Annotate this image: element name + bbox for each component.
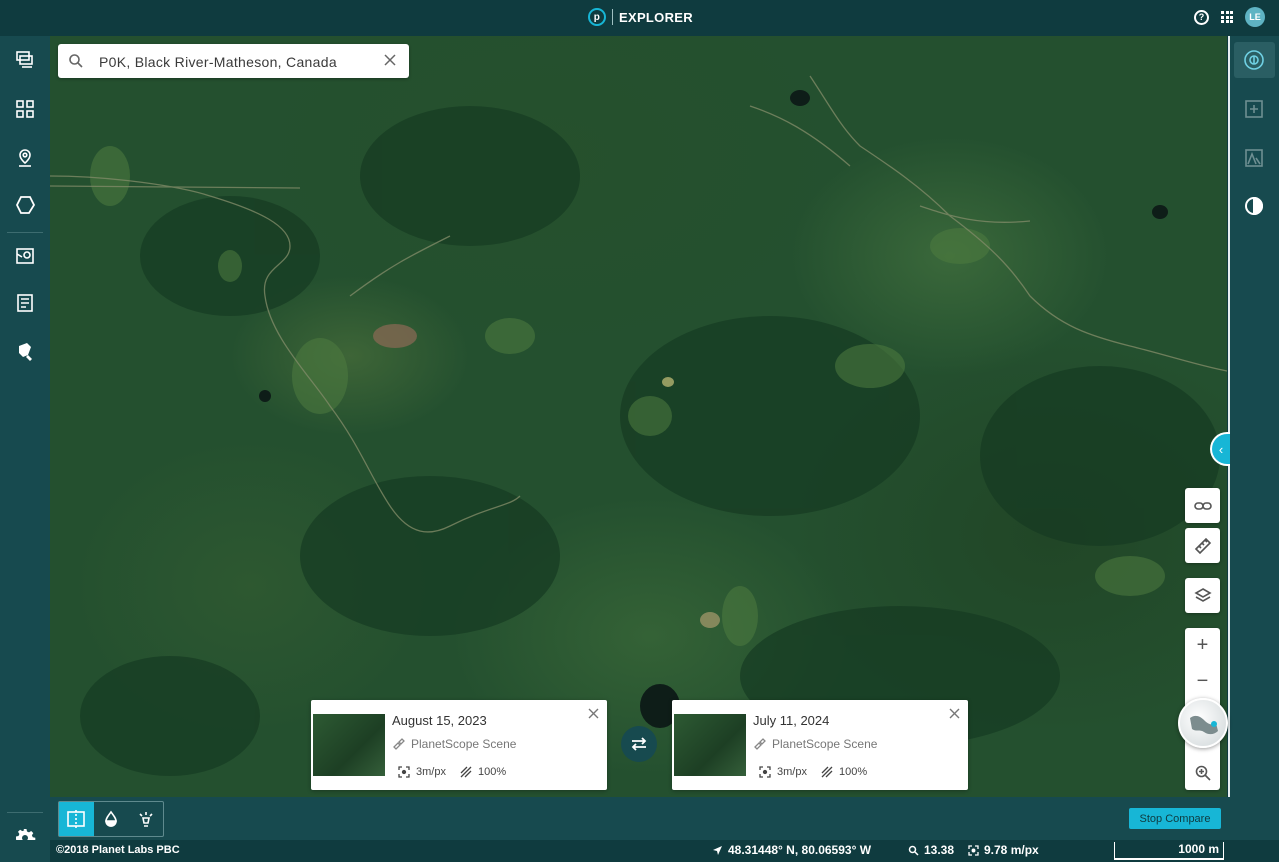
resolution-icon [398,766,410,778]
help-icon[interactable]: ? [1194,9,1209,25]
location-search[interactable]: P0K, Black River-Matheson, Canada [58,44,409,78]
scene-coverage: 100% [838,766,868,778]
left-sidebar [0,36,50,862]
stop-compare-button[interactable]: Stop Compare [1129,808,1221,829]
compare-card-left[interactable]: August 15, 2023 PlanetScope Scene 3m/px … [311,700,607,790]
magnifier-icon [908,845,919,856]
clear-search-icon[interactable] [383,53,397,67]
scene-date: July 11, 2024 [753,713,830,728]
scene-date: August 15, 2023 [392,713,487,728]
drop-icon [105,810,117,827]
satellite-icon [754,738,766,750]
app-title: EXPLORER [619,9,693,25]
share-link-button[interactable] [1185,488,1220,523]
mosaics-icon[interactable] [14,98,36,120]
layers-icon [1193,587,1212,602]
spotlight-view-button[interactable] [128,802,163,836]
split-view-icon [67,810,86,828]
user-avatar[interactable]: LE [1245,7,1265,27]
search-icon [69,54,83,68]
close-icon[interactable] [949,708,960,719]
ruler-icon [1194,537,1211,554]
right-sidebar [1228,36,1279,797]
layers-button[interactable] [1185,578,1220,613]
map-resolution: 9.78 m/px [968,843,1039,857]
zoom-level: 13.38 [908,843,954,857]
swap-icon [631,737,647,751]
measure-button[interactable] [1185,528,1220,563]
brand-divider [612,9,613,25]
resolution-value: 9.78 m/px [984,843,1039,857]
close-icon[interactable] [588,708,599,719]
tasking-icon[interactable] [14,244,36,266]
compare-toolbar: Stop Compare [50,797,1279,840]
timelapse-icon[interactable] [1242,194,1266,218]
spotlight-icon [139,812,153,827]
scene-thumbnail [313,714,385,776]
coverage-icon [460,766,472,778]
cursor-coordinates: 48.31448° N, 80.06593° W [712,843,871,857]
status-bar: ©2018 Planet Labs PBC 48.31448° N, 80.06… [50,840,1279,862]
left-sidebar-footer [0,840,50,862]
places-icon[interactable] [14,147,36,169]
nav-divider [7,232,43,233]
satellite-map[interactable] [50,36,1227,797]
satellite-icon [393,738,405,750]
resolution-icon [968,844,979,856]
orders-icon[interactable] [14,292,36,314]
zoom-to-area-button[interactable] [1185,755,1220,790]
areas-icon[interactable] [14,194,36,216]
compare-card-right[interactable]: July 11, 2024 PlanetScope Scene 3m/px 10… [672,700,968,790]
add-scene-icon[interactable] [1242,97,1266,121]
scene-thumbnail [674,714,746,776]
scale-bar: 1000 m [1114,842,1224,860]
coverage-icon [821,766,833,778]
scene-meta: 3m/px 100% [759,766,867,778]
top-bar: p EXPLORER ? LE [0,0,1279,36]
compare-mode-group [58,801,164,837]
terrain-icon[interactable] [1242,146,1266,170]
compare-icon[interactable] [1242,48,1266,72]
scene-type: PlanetScope Scene [753,737,877,751]
location-arrow-icon [713,845,722,855]
globe-view-button[interactable] [1178,698,1228,748]
scene-coverage: 100% [477,766,507,778]
scene-type-label: PlanetScope Scene [411,737,517,751]
scene-resolution: 3m/px [777,766,807,778]
nav-divider-bottom [7,812,43,813]
scene-resolution: 3m/px [416,766,446,778]
zoom-in-button[interactable]: + [1185,628,1220,663]
search-input[interactable]: P0K, Black River-Matheson, Canada [99,54,337,70]
zoom-out-button[interactable]: − [1185,664,1220,699]
planet-logo: p [588,8,606,26]
split-view-button[interactable] [59,802,94,836]
scene-type: PlanetScope Scene [392,737,516,751]
analysis-icon[interactable] [14,341,36,363]
swap-scenes-button[interactable] [621,726,657,762]
scene-type-label: PlanetScope Scene [772,737,878,751]
link-icon [1193,501,1212,510]
coordinates-value: 48.31448° N, 80.06593° W [728,843,872,857]
copyright-text: ©2018 Planet Labs PBC [56,844,180,856]
resolution-icon [759,766,771,778]
scenes-icon[interactable] [14,49,36,71]
opacity-view-button[interactable] [94,802,129,836]
map-imagery [50,75,1227,776]
scene-meta: 3m/px 100% [398,766,506,778]
zoom-value: 13.38 [924,843,955,857]
app-brand[interactable]: p EXPLORER [588,8,693,26]
apps-grid-icon[interactable] [1221,11,1233,23]
zoom-search-icon [1195,765,1211,781]
